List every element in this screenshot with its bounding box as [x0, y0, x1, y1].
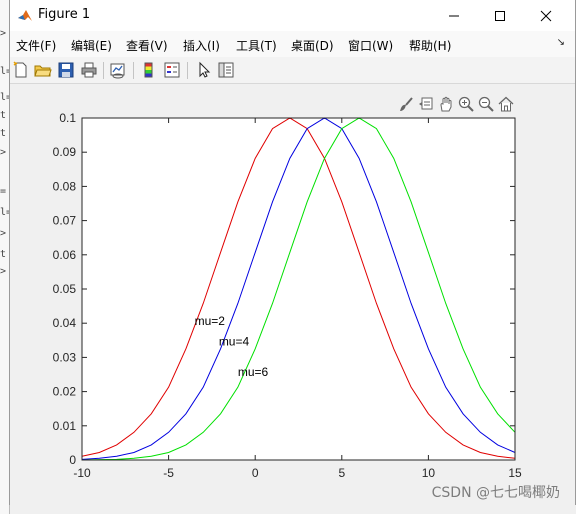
x-tick-label: 10	[422, 466, 436, 480]
figure-canvas[interactable]: -10 -5 0 5 10 15 0 0.01 0.02 0.03 0.04 0.05 0.06 0.07…	[10, 84, 575, 505]
menu-window[interactable]: 窗口(W)	[348, 37, 393, 54]
open-file-icon[interactable]	[34, 61, 52, 79]
edge-glyph: =	[0, 186, 7, 197]
x-tick-label: 5	[338, 466, 345, 480]
save-icon[interactable]	[57, 61, 75, 79]
menu-view[interactable]: 查看(V)	[126, 37, 168, 54]
window-title: Figure 1	[38, 7, 91, 22]
title-bar[interactable]: Figure 1	[10, 0, 575, 31]
menu-desktop[interactable]: 桌面(D)	[291, 37, 334, 54]
annotation-label: mu=2	[195, 314, 226, 328]
y-tick-label: 0.1	[59, 111, 76, 125]
edge-glyph: >	[0, 228, 7, 239]
annotation-label: mu=4	[219, 334, 250, 348]
axes-background	[82, 118, 515, 460]
y-tick-label: 0.05	[53, 282, 77, 296]
y-tick-label: 0.02	[53, 385, 77, 399]
pointer-icon[interactable]	[195, 61, 213, 79]
menu-tools[interactable]: 工具(T)	[236, 37, 277, 54]
x-tick-label: -5	[163, 466, 174, 480]
toolbar-separator	[187, 62, 188, 79]
menu-bar: 文件(F) 编辑(E) 查看(V) 插入(I) 工具(T) 桌面(D) 窗口(W…	[10, 31, 575, 57]
maximize-button[interactable]	[477, 0, 523, 31]
edge-glyph: t	[0, 128, 7, 139]
matlab-logo-icon	[18, 10, 32, 21]
plot-area[interactable]: -10 -5 0 5 10 15 0 0.01 0.02 0.03 0.04 0.05 0.06 0.07…	[10, 84, 575, 505]
figure-window: Figure 1 文件(F) 编辑(E) 查看(V) 插入(I) 工具(T) 桌…	[9, 0, 576, 505]
legend-icon[interactable]	[163, 61, 181, 79]
y-tick-label: 0	[69, 453, 76, 467]
colorbar-icon[interactable]	[140, 61, 158, 79]
new-figure-icon[interactable]	[12, 61, 30, 79]
x-tick-label: 15	[508, 466, 522, 480]
minimize-icon	[449, 15, 459, 16]
menu-file[interactable]: 文件(F)	[16, 37, 56, 54]
menu-edit[interactable]: 编辑(E)	[71, 37, 112, 54]
edge-glyph: t	[0, 249, 7, 260]
minimize-button[interactable]	[431, 0, 477, 31]
edge-glyph: >	[0, 28, 7, 39]
x-tick-label: -10	[73, 466, 91, 480]
toolbar-separator	[103, 62, 104, 79]
edge-glyph: >	[0, 266, 7, 277]
close-button[interactable]	[523, 0, 569, 31]
y-tick-label: 0.07	[53, 214, 77, 228]
edge-glyph: t	[0, 110, 7, 121]
watermark-text: CSDN @七七喝椰奶	[431, 485, 560, 501]
figure-toolbar	[10, 57, 575, 84]
annotation-label: mu=6	[238, 365, 269, 379]
toolbar-separator	[133, 62, 134, 79]
close-icon	[540, 10, 552, 21]
menu-help[interactable]: 帮助(H)	[409, 37, 451, 54]
menu-overflow-arrow-icon[interactable]: ↘	[557, 37, 565, 48]
y-tick-label: 0.08	[53, 179, 77, 193]
x-tick-label: 0	[252, 466, 259, 480]
edge-glyph: >	[0, 147, 7, 158]
y-tick-label: 0.04	[53, 316, 77, 330]
y-tick-label: 0.03	[53, 350, 77, 364]
link-plot-icon[interactable]	[109, 61, 127, 79]
print-icon[interactable]	[80, 61, 98, 79]
y-tick-label: 0.06	[53, 248, 77, 262]
y-tick-label: 0.09	[53, 145, 77, 159]
menu-insert[interactable]: 插入(I)	[183, 37, 220, 54]
property-inspector-icon[interactable]	[217, 61, 235, 79]
y-tick-label: 0.01	[53, 419, 77, 433]
maximize-icon	[495, 10, 505, 21]
